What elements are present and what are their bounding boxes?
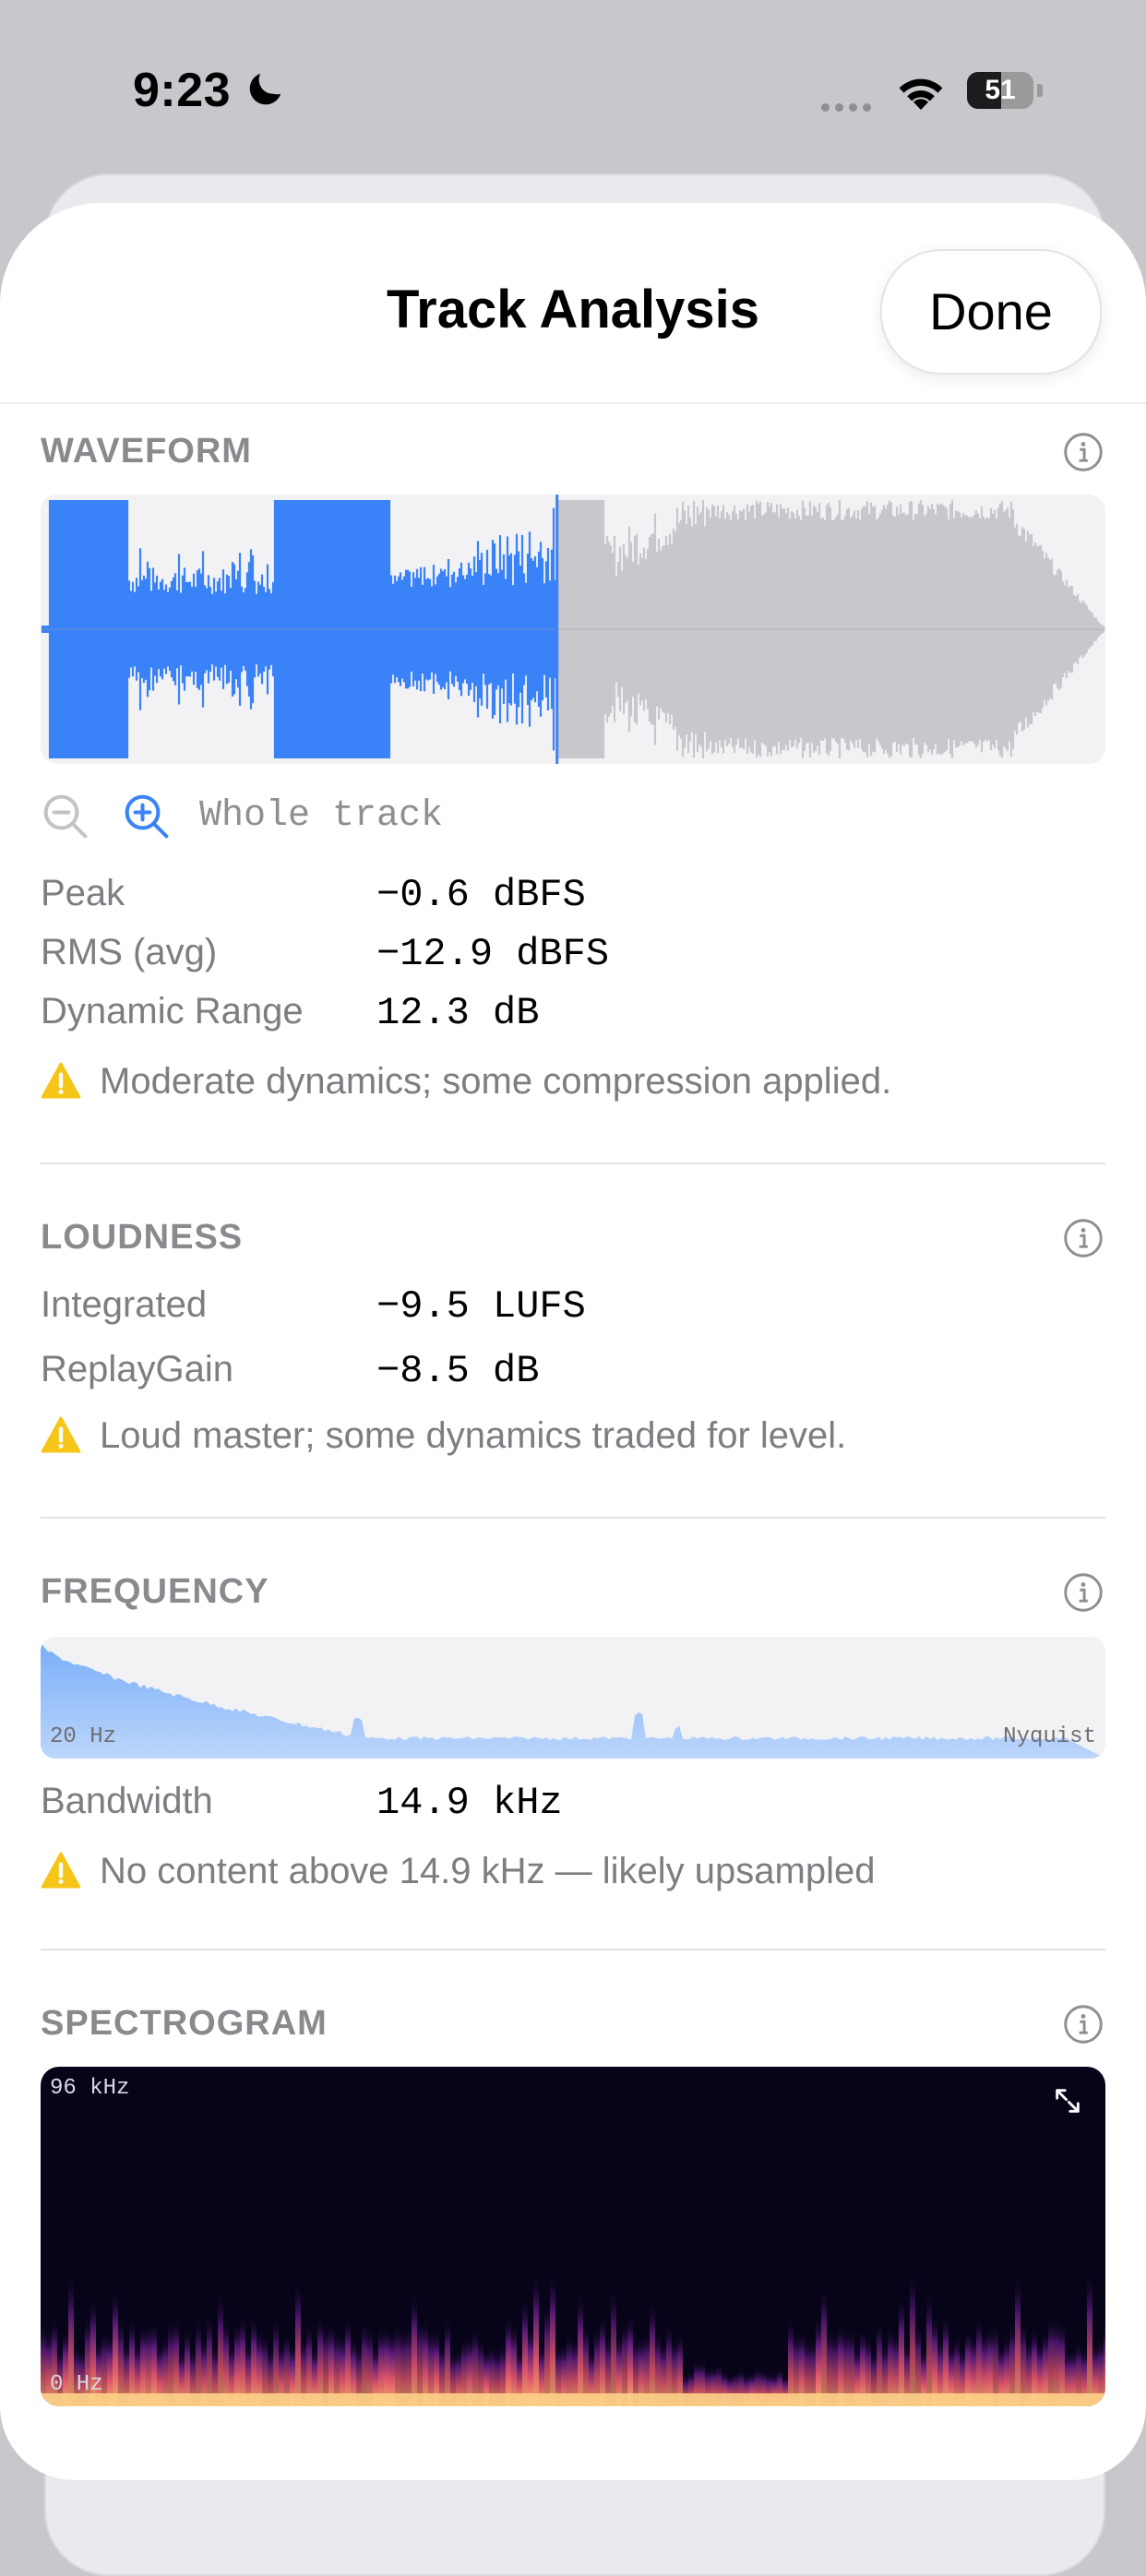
spectrogram-column [926,2292,932,2406]
wifi-icon [899,78,943,110]
spectrogram-column [295,2280,301,2406]
frequency-note: No content above 14.9 kHz — likely upsam… [41,1851,875,1892]
note-text: No content above 14.9 kHz — likely upsam… [100,1851,876,1891]
spectrogram-column [627,2314,633,2406]
spectrogram-plot [41,2270,1105,2406]
spectrogram-column [550,2271,555,2406]
spectrogram-column [207,2315,212,2406]
stat-value: −9.5 LUFS [376,1284,586,1329]
stat-label: RMS (avg) [41,932,218,972]
spectrogram-column [899,2296,904,2406]
battery-level: 51 [985,75,1016,105]
spectrogram-column [650,2302,655,2406]
info-icon[interactable] [1063,1572,1104,1613]
waveform-plot [41,495,1105,764]
stat-value: −0.6 dBFS [376,873,586,917]
expand-icon[interactable] [1052,2085,1083,2117]
spectrogram-column [173,2318,179,2406]
cellular-signal-icon [821,100,877,116]
spectrogram-column [223,2319,229,2406]
sheet-header: Track Analysis Done [0,203,1146,404]
waveform-graph[interactable] [41,495,1105,764]
stat-value: −12.9 dBFS [376,932,610,976]
loudness-note: Loud master; some dynamics traded for le… [41,1415,846,1457]
battery-icon: 51 [967,72,1045,111]
spectrogram-column [788,2319,794,2406]
spectrogram-column [611,2288,616,2406]
stat-label: Bandwidth [41,1781,213,1821]
frequency-end-label: Nyquist [1003,1724,1096,1749]
spectrogram-column [600,2315,605,2406]
divider [41,1949,1105,1950]
frequency-plot [41,1642,1105,1759]
warning-icon [41,1416,81,1453]
warning-icon [41,1852,81,1889]
spectrogram-column [273,2318,279,2406]
stat-value: 12.3 dB [376,991,540,1035]
spectrogram-column [118,2317,124,2406]
loudness-section-title: LOUDNESS [41,1218,244,1257]
stat-value: −8.5 dB [376,1349,540,1393]
spectrogram-column [196,2320,201,2406]
note-text: Loud master; some dynamics traded for le… [100,1415,847,1456]
note-text: Moderate dynamics; some compression appl… [100,1061,892,1102]
spectrogram-column [932,2315,937,2406]
spectrogram-column [910,2270,915,2406]
stat-label: Integrated [41,1284,208,1325]
spectrogram-column [544,2302,550,2406]
spectrogram-column [129,2318,135,2406]
frequency-spectrum-graph: 20 Hz Nyquist [41,1637,1105,1759]
spectrogram-column [943,2315,949,2406]
info-icon[interactable] [1063,2004,1104,2045]
spectrogram-column [240,2315,245,2406]
spectrogram-base-band [41,2393,1105,2406]
frequency-section-title: FREQUENCY [41,1572,269,1611]
spectrogram-column [1087,2271,1092,2406]
spectrogram-column [578,2294,583,2406]
zoom-level-label: Whole track [199,795,444,837]
waveform-section-title: WAVEFORM [41,432,252,471]
divider [41,1163,1105,1164]
spectrogram-section-title: SPECTROGRAM [41,2004,328,2043]
done-button[interactable]: Done [880,249,1102,375]
spectrogram-column [1054,2317,1059,2406]
waveform-note: Moderate dynamics; some compression appl… [41,1061,891,1103]
spectrogram-column [522,2297,528,2406]
spectrogram-column [506,2316,511,2406]
spectrogram-column [1015,2275,1021,2406]
spectrogram-column [317,2315,323,2406]
spectrogram-column [412,2293,417,2406]
status-bar: 9:23 51 [0,0,1146,175]
divider [41,1517,1105,1519]
stat-label: Peak [41,873,125,913]
stat-label: ReplayGain [41,1349,234,1389]
spectrogram-column [218,2293,223,2406]
info-icon[interactable] [1063,432,1104,472]
spectrogram-column [533,2272,539,2406]
warning-icon [41,1062,81,1099]
spectrogram-column [251,2316,257,2406]
spectrogram-bottom-label: 0 Hz [50,2372,103,2397]
spectrogram-column [1048,2315,1054,2406]
spectrogram-column [345,2317,351,2406]
stat-value: 14.9 kHz [376,1781,563,1825]
frequency-start-label: 20 Hz [50,1724,117,1749]
spectrogram-top-label: 96 kHz [50,2076,130,2101]
info-icon[interactable] [1063,1218,1104,1258]
status-time: 9:23 [133,64,232,117]
zoom-in-icon[interactable] [122,792,172,841]
track-analysis-sheet: Track Analysis Done WAVEFORM Whole track… [0,203,1146,2480]
spectrogram-column [976,2317,982,2406]
spectrogram-column [113,2287,118,2406]
moon-icon [249,73,281,105]
spectrogram-column [816,2317,821,2406]
stat-label: Dynamic Range [41,991,304,1032]
spectrogram-column [821,2284,827,2406]
spectrogram-view[interactable]: 96 kHz 0 Hz [41,2067,1105,2406]
frequency-curve [41,1642,1105,1759]
zoom-out-icon[interactable] [41,792,90,841]
spectrogram-column [445,2319,450,2406]
spectrogram-column [417,2319,423,2406]
